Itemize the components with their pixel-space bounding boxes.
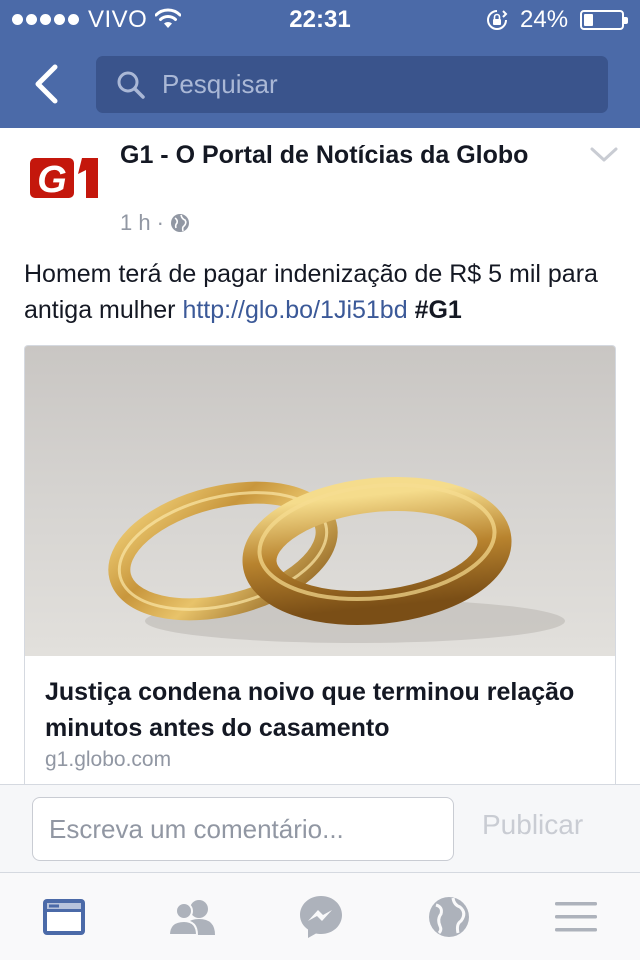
tab-news-feed[interactable] — [38, 891, 90, 943]
status-bar: VIVO 22:31 24% — [0, 0, 640, 40]
hashtag-prefix: # — [414, 296, 429, 324]
tab-friend-requests[interactable] — [166, 891, 218, 943]
meta-separator: · — [156, 210, 164, 235]
post-text: Homem terá de pagar indenização de R$ 5 … — [24, 256, 624, 328]
battery-percentage: 24% — [520, 6, 569, 33]
battery-icon — [580, 10, 628, 30]
post-meta: 1 h · — [120, 210, 190, 236]
search-icon — [117, 71, 145, 99]
search-placeholder: Pesquisar — [162, 69, 278, 99]
wedding-rings-image — [25, 346, 615, 656]
globe-icon — [170, 214, 189, 232]
rotation-lock-icon — [487, 10, 508, 30]
news-feed-icon — [43, 899, 85, 935]
comment-placeholder: Escreva um comentário... — [49, 813, 344, 844]
post-link[interactable]: http://glo.bo/1Ji51bd — [182, 296, 407, 324]
tab-notifications[interactable] — [423, 891, 475, 943]
tab-more[interactable] — [550, 891, 602, 943]
post-hashtag[interactable]: #G1 — [415, 296, 462, 324]
chevron-down-icon[interactable] — [588, 142, 620, 166]
messenger-icon — [300, 896, 342, 938]
search-input[interactable]: Pesquisar — [96, 56, 608, 113]
post-time[interactable]: 1 h — [120, 210, 151, 236]
hashtag-text: G1 — [428, 296, 462, 324]
svg-text:G: G — [37, 159, 67, 201]
page-name[interactable]: G1 - O Portal de Notícias da Globo — [120, 138, 560, 172]
link-card[interactable]: Justiça condena noivo que terminou relaç… — [24, 345, 616, 785]
friends-icon — [167, 900, 215, 936]
tab-bar — [0, 872, 640, 960]
comment-input[interactable]: Escreva um comentário... — [32, 797, 454, 861]
link-card-domain: g1.globo.com — [45, 748, 172, 771]
tab-messenger[interactable] — [295, 891, 347, 943]
publish-button[interactable]: Publicar — [482, 809, 583, 841]
menu-icon — [555, 902, 597, 932]
back-button[interactable] — [22, 60, 70, 108]
globe-icon — [429, 897, 469, 937]
chevron-left-icon — [35, 64, 58, 104]
g1-logo: G — [30, 158, 98, 201]
page-avatar[interactable]: G — [24, 138, 104, 218]
top-header: VIVO 22:31 24% Pesquisar — [0, 0, 640, 128]
link-card-title: Justiça condena noivo que terminou relaç… — [45, 678, 575, 742]
comment-bar: Escreva um comentário... Publicar — [0, 784, 640, 872]
